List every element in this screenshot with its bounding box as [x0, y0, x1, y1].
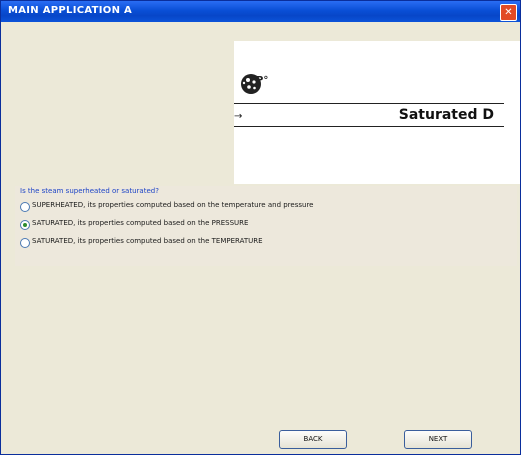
option-saturated-temperature[interactable]: SATURATED, its properties computed based… [20, 236, 510, 250]
option-superheated[interactable]: SUPERHEATED, its properties computed bas… [20, 200, 510, 214]
option-saturated-pressure-label: SATURATED, its properties computed based… [32, 219, 249, 227]
question-prompt: Is the steam superheated or saturated? [20, 187, 159, 195]
question-group: Is the steam superheated or saturated? S… [15, 186, 517, 266]
diagram-panel: P° → Saturated D [234, 41, 520, 184]
option-saturated-pressure[interactable]: SATURATED, its properties computed based… [20, 218, 510, 232]
arrow-icon: → [234, 111, 243, 122]
window-title: MAIN APPLICATION A [8, 5, 133, 16]
radio-saturated-temperature[interactable] [20, 238, 30, 248]
pressure-symbol: P° [256, 75, 269, 86]
divider-top [234, 103, 504, 104]
option-superheated-label: SUPERHEATED, its properties computed bas… [32, 201, 314, 209]
divider-bottom [234, 126, 504, 127]
radio-superheated[interactable] [20, 202, 30, 212]
radio-saturated-pressure[interactable] [20, 220, 30, 230]
state-label: Saturated D [398, 107, 494, 123]
app-window: MAIN APPLICATION A ✕ P° → Saturated D Is… [0, 0, 521, 455]
option-saturated-temperature-label: SATURATED, its properties computed based… [32, 237, 263, 245]
back-button[interactable]: BACK [279, 430, 347, 449]
next-button[interactable]: NEXT [404, 430, 472, 449]
close-button[interactable]: ✕ [500, 4, 517, 21]
title-bar[interactable]: MAIN APPLICATION A ✕ [1, 1, 520, 22]
